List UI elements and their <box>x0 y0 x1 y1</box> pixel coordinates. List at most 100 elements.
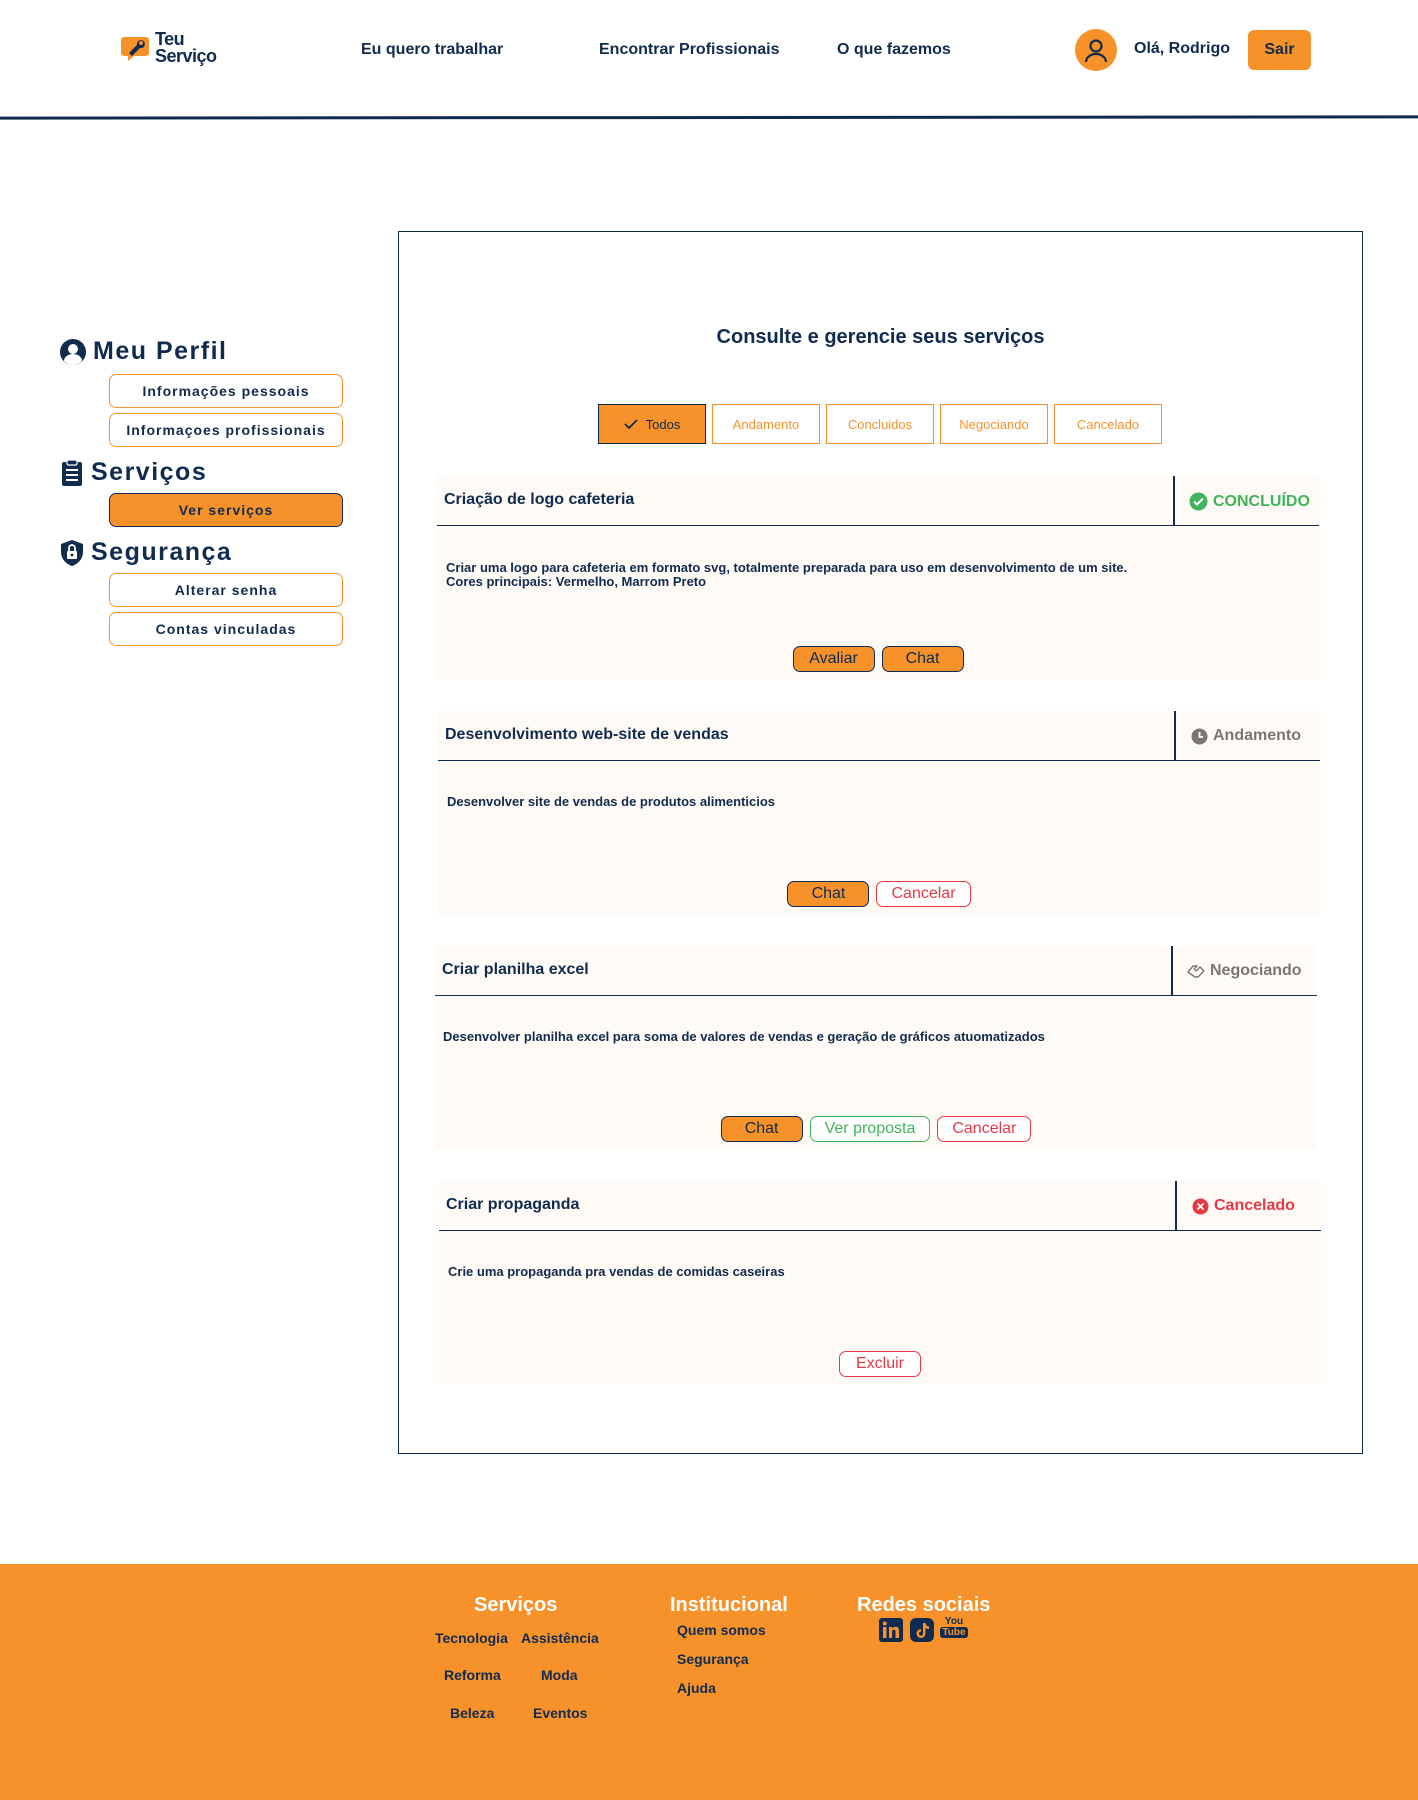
service-card-title: Criação de logo cafeteria <box>444 491 635 508</box>
service-card-header: Criação de logo cafeteria CONCLUÍDO <box>437 476 1319 526</box>
footer-link-renovation[interactable]: Reforma <box>444 1667 501 1683</box>
footer-link-beauty[interactable]: Beleza <box>450 1705 494 1721</box>
tiktok-icon[interactable] <box>910 1618 934 1642</box>
header-divider <box>1171 946 1173 996</box>
user-icon <box>1084 39 1108 63</box>
filter-tab-cancelled[interactable]: Cancelado <box>1054 404 1162 444</box>
youtube-text-top: You <box>944 1616 964 1627</box>
status-badge: Andamento <box>1191 727 1301 745</box>
service-card-header: Criar planilha excel Negociando <box>435 946 1317 996</box>
footer: Serviços Tecnologia Assistência Reforma … <box>0 1564 1418 1800</box>
service-card-description: Criar uma logo para cafeteria em formato… <box>446 561 1127 589</box>
status-label: CONCLUÍDO <box>1213 492 1310 510</box>
filter-tab-all[interactable]: Todos <box>598 404 706 444</box>
footer-link-events[interactable]: Eventos <box>533 1705 587 1721</box>
footer-link-help[interactable]: Ajuda <box>677 1680 716 1696</box>
check-icon <box>624 419 638 430</box>
status-label: Andamento <box>1213 727 1301 744</box>
page-title: Consulte e gerencie seus serviços <box>716 326 1045 348</box>
sidebar-item-change-password[interactable]: Alterar senha <box>109 573 343 607</box>
header-divider <box>1174 711 1176 761</box>
logout-button[interactable]: Sair <box>1248 30 1311 70</box>
sidebar-security-title: Segurança <box>91 538 233 566</box>
footer-link-fashion[interactable]: Moda <box>541 1667 578 1683</box>
header-divider <box>1173 476 1175 526</box>
footer-link-security[interactable]: Segurança <box>677 1651 749 1667</box>
user-circle-icon <box>60 338 86 365</box>
description-line: Criar uma logo para cafeteria em formato… <box>446 560 1128 575</box>
nav-link-find-professionals[interactable]: Encontrar Profissionais <box>599 41 780 59</box>
chat-button[interactable]: Chat <box>881 646 964 672</box>
service-card-title: Criar propaganda <box>446 1196 580 1213</box>
filter-tab-in-progress[interactable]: Andamento <box>712 404 820 444</box>
footer-services-title: Serviços <box>474 1594 558 1616</box>
service-card-actions: Avaliar Chat <box>437 646 1319 672</box>
chat-button[interactable]: Chat <box>720 1116 803 1142</box>
sidebar-item-linked-accounts[interactable]: Contas vinculadas <box>109 612 343 646</box>
user-greeting: Olá, Rodrigo <box>1134 40 1230 57</box>
services-panel: Consulte e gerencie seus serviços Todos … <box>398 231 1363 1454</box>
service-card-actions: Excluir <box>439 1351 1321 1377</box>
linkedin-icon[interactable] <box>879 1618 903 1642</box>
chat-button[interactable]: Chat <box>787 881 870 907</box>
service-card-title: Criar planilha excel <box>442 961 589 978</box>
x-circle-icon <box>1192 1198 1209 1214</box>
description-line: Cores principais: Vermelho, Marrom Preto <box>446 574 707 589</box>
footer-link-about-us[interactable]: Quem somos <box>677 1622 766 1638</box>
service-card-description: Desenvolver site de vendas de produtos a… <box>447 795 775 809</box>
filter-tab-completed[interactable]: Concluidos <box>826 404 934 444</box>
service-card: Criar planilha excel Negociando Desenvol… <box>435 946 1317 1149</box>
sidebar-item-personal-info[interactable]: Informações pessoais <box>109 374 343 408</box>
delete-button[interactable]: Excluir <box>839 1351 921 1377</box>
service-card-title: Desenvolvimento web-site de vendas <box>445 726 729 743</box>
status-badge: Cancelado <box>1192 1197 1295 1215</box>
sidebar-profile-title: Meu Perfil <box>93 337 228 365</box>
header-divider <box>1175 1181 1177 1231</box>
check-circle-icon <box>1189 492 1208 511</box>
status-label: Negociando <box>1210 962 1302 979</box>
status-badge: CONCLUÍDO <box>1189 492 1310 511</box>
filter-tab-negotiating[interactable]: Negociando <box>940 404 1048 444</box>
cancel-button[interactable]: Cancelar <box>876 881 971 907</box>
view-proposal-button[interactable]: Ver proposta <box>809 1116 931 1142</box>
service-card-header: Desenvolvimento web-site de vendas Andam… <box>438 711 1320 761</box>
header-divider <box>0 115 1418 120</box>
filter-tab-all-label: Todos <box>645 416 681 432</box>
footer-social-title: Redes sociais <box>857 1594 991 1616</box>
rate-button[interactable]: Avaliar <box>792 646 875 672</box>
sidebar-section-profile: Meu Perfil <box>59 337 227 366</box>
service-card-actions: Chat Cancelar <box>438 881 1320 907</box>
nav-link-work[interactable]: Eu quero trabalhar <box>361 41 503 59</box>
nav-link-about[interactable]: O que fazemos <box>837 41 951 59</box>
handshake-icon <box>1187 965 1205 978</box>
service-card-description: Crie uma propaganda pra vendas de comida… <box>448 1265 785 1279</box>
footer-link-assistance[interactable]: Assistência <box>521 1630 599 1646</box>
avatar[interactable] <box>1075 29 1117 71</box>
service-card: Desenvolvimento web-site de vendas Andam… <box>438 711 1320 914</box>
service-card-description: Desenvolver planilha excel para soma de … <box>443 1030 1045 1044</box>
service-card: Criação de logo cafeteria CONCLUÍDO Cria… <box>437 476 1319 679</box>
clock-icon <box>1191 728 1208 744</box>
description-line: Crie uma propaganda pra vendas de comida… <box>448 1264 785 1279</box>
sidebar-item-professional-info[interactable]: Informaçoes profissionais <box>109 413 343 447</box>
wrench-chat-logo-icon <box>121 37 149 61</box>
footer-link-technology[interactable]: Tecnologia <box>435 1630 508 1646</box>
sidebar-section-security: Segurança <box>59 538 232 567</box>
youtube-icon[interactable]: You Tube <box>940 1616 968 1642</box>
status-badge: Negociando <box>1187 962 1302 980</box>
description-line: Desenvolver site de vendas de produtos a… <box>447 794 775 809</box>
sidebar-item-view-services[interactable]: Ver serviços <box>109 493 343 527</box>
service-card: Criar propaganda Cancelado Crie uma prop… <box>439 1181 1321 1384</box>
youtube-text-bottom: Tube <box>940 1627 968 1638</box>
footer-institutional-title: Institucional <box>670 1594 788 1616</box>
clipboard-icon <box>62 458 82 486</box>
sidebar-services-title: Serviços <box>91 458 208 486</box>
shield-lock-icon <box>61 539 83 566</box>
sidebar-section-services: Serviços <box>59 458 207 487</box>
logo-line-2: Serviço <box>155 46 217 66</box>
cancel-button[interactable]: Cancelar <box>937 1116 1032 1142</box>
description-line: Desenvolver planilha excel para soma de … <box>443 1029 1045 1044</box>
brand-logo[interactable]: Teu Serviço <box>121 30 217 66</box>
service-card-actions: Chat Ver proposta Cancelar <box>435 1116 1317 1142</box>
service-card-header: Criar propaganda Cancelado <box>439 1181 1321 1231</box>
